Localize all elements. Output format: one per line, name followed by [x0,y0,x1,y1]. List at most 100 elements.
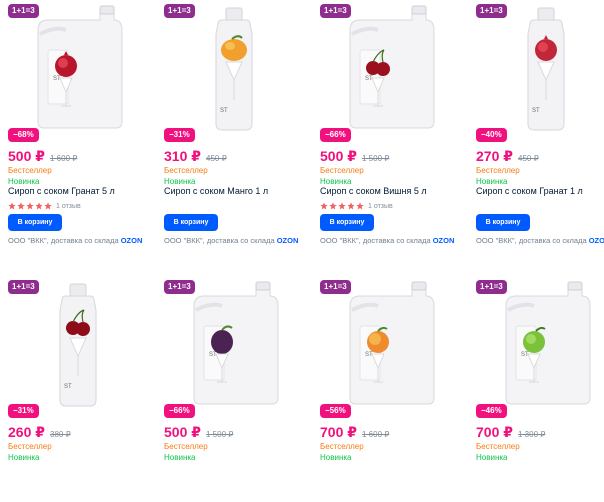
seller-text: ООО "ВКК", доставка со склада [164,236,275,245]
price-row: 500 ₽ 1 500 ₽ [164,424,233,441]
rating: 1 отзыв [8,202,81,210]
promo-badge: 1+1=3 [164,4,195,18]
new-label: Новинка [164,453,196,462]
product-image[interactable]: ST [316,276,464,414]
promo-badge: 1+1=3 [320,280,351,294]
add-to-cart-button[interactable]: В корзину [164,214,218,231]
rating: 1 отзыв [320,202,393,210]
svg-text:ST: ST [64,384,72,390]
promo-badge: 1+1=3 [476,280,507,294]
discount-badge: −31% [164,128,195,142]
product-title[interactable]: Сироп с соком Гранат 1 л [476,186,583,196]
product-card[interactable]: ST 1+1=3 −56% 700 ₽ 1 600 ₽ Бестселлер Н… [316,276,464,502]
current-price: 500 ₽ [164,424,201,440]
old-price: 1 600 ₽ [50,154,78,163]
price-row: 700 ₽ 1 300 ₽ [476,424,545,441]
seller-info: ООО "ВКК", доставка со склада OZON [8,236,142,245]
seller-info: ООО "ВКК", доставка со склада OZON [320,236,454,245]
current-price: 700 ₽ [476,424,513,440]
ozon-label: OZON [120,236,143,245]
current-price: 500 ₽ [8,148,45,164]
seller-info: ООО "ВКК", доставка со склада OZON [164,236,298,245]
old-price: 1 600 ₽ [362,430,390,439]
add-to-cart-button[interactable]: В корзину [8,214,62,231]
ozon-label: OZON [588,236,604,245]
product-card[interactable]: ST 1+1=3 −40% 270 ₽ 450 ₽ Бестселлер Нов… [472,0,604,245]
bestseller-label: Бестселлер [164,166,208,175]
promo-badge: 1+1=3 [320,4,351,18]
new-label: Новинка [164,177,196,186]
price-row: 270 ₽ 450 ₽ [476,148,539,165]
product-image[interactable]: ST [160,0,308,138]
svg-text:ST: ST [220,108,228,114]
old-price: 380 ₽ [50,430,71,439]
discount-badge: −46% [476,404,507,418]
promo-badge: 1+1=3 [8,4,39,18]
svg-text:ST: ST [532,108,540,114]
discount-badge: −66% [320,128,351,142]
current-price: 260 ₽ [8,424,45,440]
product-card[interactable]: ST 1+1=3 −46% 700 ₽ 1 300 ₽ Бестселлер Н… [472,276,604,502]
price-row: 310 ₽ 450 ₽ [164,148,227,165]
product-card[interactable]: ST 1+1=3 −66% 500 ₽ 1 500 ₽ Бестселлер Н… [316,0,464,245]
current-price: 700 ₽ [320,424,357,440]
product-image[interactable]: ST [472,276,604,414]
product-image[interactable]: ST [4,276,152,414]
discount-badge: −66% [164,404,195,418]
product-title[interactable]: Сироп с соком Вишня 5 л [320,186,427,196]
new-label: Новинка [320,453,352,462]
add-to-cart-button[interactable]: В корзину [476,214,530,231]
price-row: 700 ₽ 1 600 ₽ [320,424,389,441]
product-image[interactable]: ST [316,0,464,138]
promo-badge: 1+1=3 [8,280,39,294]
current-price: 310 ₽ [164,148,201,164]
bestseller-label: Бестселлер [320,442,364,451]
new-label: Новинка [320,177,352,186]
bestseller-label: Бестселлер [164,442,208,451]
discount-badge: −56% [320,404,351,418]
product-card[interactable]: ST 1+1=3 −31% 260 ₽ 380 ₽ Бестселлер Нов… [4,276,152,502]
bestseller-label: Бестселлер [476,166,520,175]
bestseller-label: Бестселлер [476,442,520,451]
product-title[interactable]: Сироп с соком Гранат 5 л [8,186,115,196]
current-price: 500 ₽ [320,148,357,164]
bestseller-label: Бестселлер [8,166,52,175]
product-title[interactable]: Сироп с соком Манго 1 л [164,186,268,196]
bestseller-label: Бестселлер [320,166,364,175]
current-price: 270 ₽ [476,148,513,164]
product-card[interactable]: ST 1+1=3 −31% 310 ₽ 450 ₽ Бестселлер Нов… [160,0,308,245]
product-card[interactable]: ST 1+1=3 −68% 500 ₽ 1 600 ₽ Бестселлер Н… [4,0,152,245]
product-image[interactable]: ST [472,0,604,138]
seller-text: ООО "ВКК", доставка со склада [8,236,119,245]
discount-badge: −68% [8,128,39,142]
ozon-label: OZON [276,236,299,245]
price-row: 500 ₽ 1 500 ₽ [320,148,389,165]
old-price: 1 500 ₽ [206,430,234,439]
svg-text:ST: ST [365,76,373,82]
new-label: Новинка [8,177,40,186]
old-price: 1 300 ₽ [518,430,546,439]
price-row: 260 ₽ 380 ₽ [8,424,71,441]
new-label: Новинка [476,177,508,186]
seller-text: ООО "ВКК", доставка со склада [476,236,587,245]
seller-info: ООО "ВКК", доставка со склада OZON [476,236,604,245]
svg-text:ST: ST [365,352,373,358]
old-price: 450 ₽ [518,154,539,163]
promo-badge: 1+1=3 [164,280,195,294]
ozon-label: OZON [432,236,455,245]
product-image[interactable]: ST [4,0,152,138]
new-label: Новинка [8,453,40,462]
discount-badge: −31% [8,404,39,418]
svg-text:ST: ST [209,352,217,358]
svg-text:ST: ST [53,76,61,82]
add-to-cart-button[interactable]: В корзину [320,214,374,231]
reviews-count[interactable]: 1 отзыв [56,203,81,210]
product-image[interactable]: ST [160,276,308,414]
reviews-count[interactable]: 1 отзыв [368,203,393,210]
new-label: Новинка [476,453,508,462]
discount-badge: −40% [476,128,507,142]
old-price: 1 500 ₽ [362,154,390,163]
seller-text: ООО "ВКК", доставка со склада [320,236,431,245]
product-card[interactable]: ST 1+1=3 −66% 500 ₽ 1 500 ₽ Бестселлер Н… [160,276,308,502]
promo-badge: 1+1=3 [476,4,507,18]
